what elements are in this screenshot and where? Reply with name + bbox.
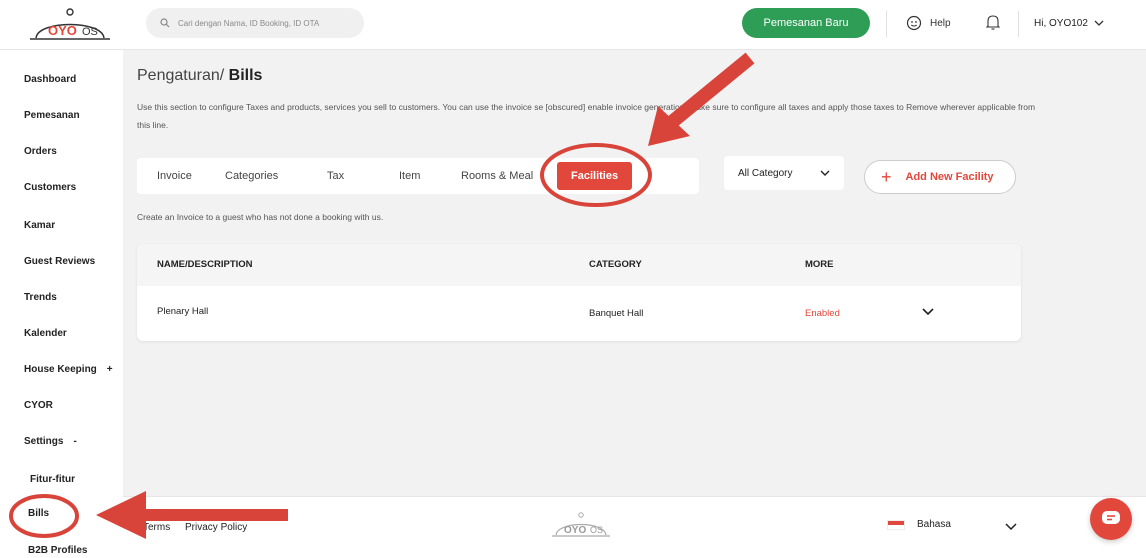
page-title: Pengaturan/ Bills (137, 67, 262, 85)
facilities-table: NAME/DESCRIPTION CATEGORY MORE Plenary H… (137, 244, 1021, 341)
sidebar-item-kalender[interactable]: Kalender (24, 328, 67, 339)
sidebar-item-label: Dashboard (24, 74, 77, 85)
expand-row-chevron-icon[interactable] (922, 308, 934, 316)
facility-category: Banquet Hall (589, 308, 644, 319)
divider (886, 11, 887, 37)
status-badge[interactable]: Enabled (805, 308, 840, 319)
language-selector[interactable]: Bahasa (887, 519, 951, 530)
bills-tabs: Invoice Categories Tax Item Rooms & Meal… (137, 158, 699, 194)
tab-facilities[interactable]: Facilities (557, 162, 633, 190)
table-header: NAME/DESCRIPTION CATEGORY MORE (137, 244, 1021, 286)
collapse-toggle[interactable]: - (73, 436, 76, 447)
sidebar-item-house-keeping[interactable]: House Keeping + (24, 364, 113, 375)
sidebar-item-label: Kalender (24, 328, 67, 339)
svg-text:OYO: OYO (564, 525, 586, 536)
sidebar-item-dashboard[interactable]: Dashboard (24, 74, 76, 85)
sidebar-item-label: Orders (24, 146, 57, 157)
svg-text:OS: OS (590, 525, 603, 535)
language-label: Bahasa (917, 519, 951, 530)
svg-text:OYO: OYO (48, 23, 77, 38)
sidebar-item-label: Fitur-fitur (30, 474, 75, 485)
sidebar-item-fitur[interactable]: Fitur-fitur (30, 474, 75, 485)
footer-links: Terms Privacy Policy (143, 522, 259, 533)
help-button[interactable]: Help (906, 12, 951, 34)
help-label: Help (930, 17, 951, 29)
breadcrumb-parent[interactable]: Pengaturan/ (137, 67, 224, 84)
sidebar-item-orders[interactable]: Orders (24, 146, 57, 157)
footer-logo: OYO OS (548, 511, 612, 542)
privacy-policy-link[interactable]: Privacy Policy (185, 522, 247, 533)
column-header-name: NAME/DESCRIPTION (157, 259, 253, 270)
tab-invoice[interactable]: Invoice (157, 158, 192, 194)
search-placeholder: Cari dengan Nama, ID Booking, ID OTA (178, 18, 320, 28)
chevron-down-icon (820, 170, 830, 176)
add-new-facility-button[interactable]: + Add New Facility (864, 160, 1016, 194)
chevron-down-icon (1094, 20, 1104, 26)
sidebar-item-customers[interactable]: Customers (24, 182, 76, 193)
sidebar-item-settings[interactable]: Settings - (24, 436, 77, 447)
tab-item[interactable]: Item (399, 158, 420, 194)
helper-text: Create an Invoice to a guest who has not… (137, 212, 384, 222)
sidebar-item-label: House Keeping (24, 364, 97, 375)
search-icon (160, 18, 170, 28)
sidebar-item-guest-reviews[interactable]: Guest Reviews (24, 256, 95, 267)
oyo-logo[interactable]: OYO OS (26, 6, 112, 44)
tab-categories[interactable]: Categories (225, 158, 278, 194)
chat-button[interactable] (1090, 498, 1132, 540)
top-bar: OYO OS Cari dengan Nama, ID Booking, ID … (0, 0, 1146, 50)
sidebar-item-label: Guest Reviews (24, 256, 96, 267)
chevron-down-icon[interactable] (1005, 523, 1017, 530)
footer: Terms Privacy Policy OYO OS Bahasa (123, 496, 1146, 558)
sidebar-item-cyor[interactable]: CYOR (24, 400, 53, 411)
sidebar-item-label: Customers (24, 182, 77, 193)
facility-name: Plenary Hall (157, 306, 209, 317)
divider (1018, 11, 1019, 37)
expand-toggle[interactable]: + (107, 364, 113, 375)
user-greeting: Hi, OYO102 (1034, 17, 1088, 29)
notification-bell-icon[interactable] (985, 13, 1001, 34)
breadcrumb-current: Bills (228, 67, 263, 84)
page-description: Use this section to configure Taxes and … (137, 102, 1036, 130)
sidebar-item-label: Trends (24, 292, 57, 303)
sidebar-item-label: Pemesanan (24, 110, 80, 121)
category-selected-value: All Category (738, 167, 793, 179)
column-header-category: CATEGORY (589, 259, 642, 270)
indonesia-flag-icon (887, 519, 905, 530)
sidebar-item-label: Kamar (24, 220, 56, 231)
user-menu[interactable]: Hi, OYO102 (1034, 12, 1104, 34)
sidebar-item-bills[interactable]: Bills (28, 508, 49, 519)
terms-link[interactable]: Terms (143, 522, 170, 533)
sidebar-item-pemesanan[interactable]: Pemesanan (24, 110, 80, 121)
new-booking-button[interactable]: Pemesanan Baru (742, 8, 870, 38)
sidebar: Dashboard Pemesanan Orders Customers Kam… (0, 50, 123, 558)
svg-text:OS: OS (82, 26, 98, 38)
help-icon (906, 15, 922, 31)
sidebar-item-kamar[interactable]: Kamar (24, 220, 55, 231)
sidebar-item-label: Settings (24, 436, 64, 447)
category-select[interactable]: All Category (724, 156, 844, 190)
column-header-more: MORE (805, 259, 834, 270)
tab-rooms-meal[interactable]: Rooms & Meal (461, 158, 533, 194)
search-input[interactable]: Cari dengan Nama, ID Booking, ID OTA (146, 8, 364, 38)
sidebar-item-trends[interactable]: Trends (24, 292, 57, 303)
sidebar-item-label: CYOR (24, 400, 53, 411)
add-facility-label: Add New Facility (905, 171, 994, 183)
sidebar-item-b2b-profiles[interactable]: B2B Profiles (28, 545, 87, 556)
tab-tax[interactable]: Tax (327, 158, 344, 194)
chat-icon (1102, 511, 1120, 524)
plus-icon: + (881, 167, 892, 187)
